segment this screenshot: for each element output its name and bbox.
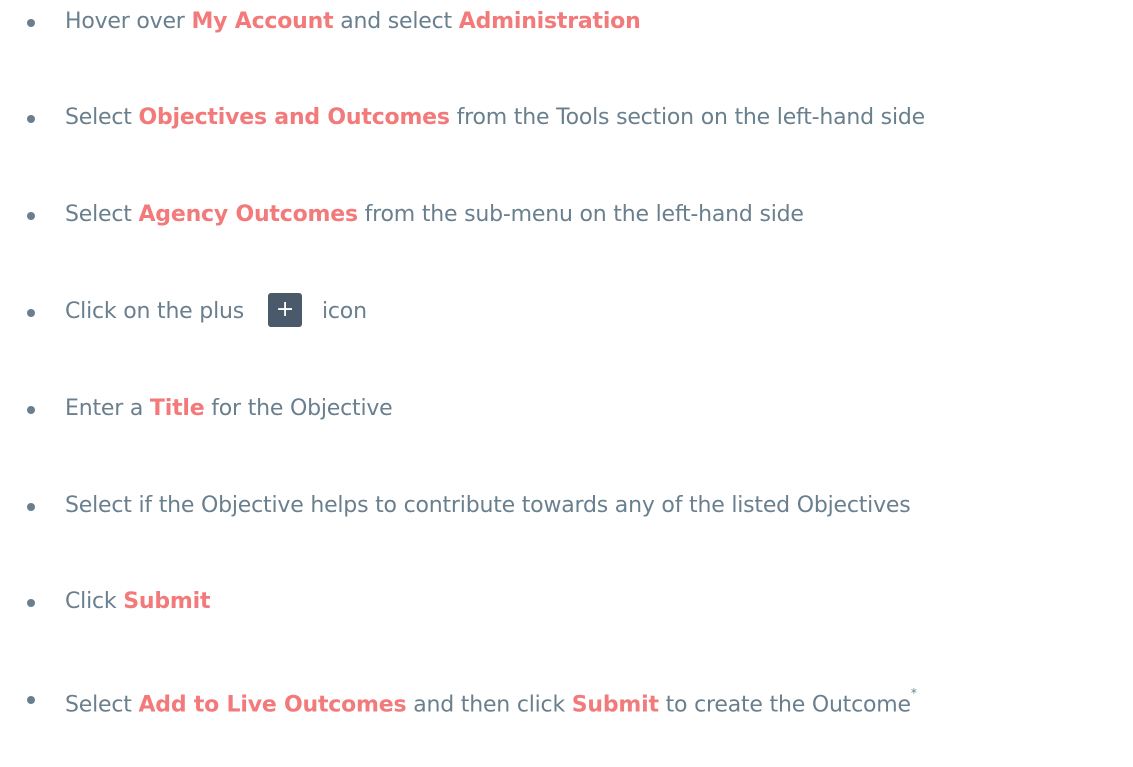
highlight-title: Title (149, 396, 205, 421)
step-text: Enter a Title for the Objective (65, 396, 393, 421)
highlight-my-account: My Account (191, 9, 334, 34)
plus-icon: + (268, 293, 302, 327)
list-item: Select if the Objective helps to contrib… (0, 486, 1133, 526)
highlight-administration: Administration (458, 9, 641, 34)
list-item: Click Submit (0, 582, 1133, 622)
list-item: Select Agency Outcomes from the sub-menu… (0, 195, 1133, 235)
step-text: Click on the plus + icon (65, 292, 367, 332)
list-item: Click on the plus + icon (0, 292, 1133, 332)
list-item: Select Add to Live Outcomes and then cli… (0, 679, 1133, 719)
bullet (27, 19, 35, 27)
step-text: Hover over My Account and select Adminis… (65, 9, 641, 34)
highlight-objectives-and-outcomes: Objectives and Outcomes (138, 105, 450, 130)
step-text: Select if the Objective helps to contrib… (65, 493, 911, 518)
step-text: Select Objectives and Outcomes from the … (65, 105, 925, 130)
bullet (27, 115, 35, 123)
list-item: Enter a Title for the Objective (0, 389, 1133, 429)
highlight-agency-outcomes: Agency Outcomes (138, 202, 358, 227)
step-text: Select Agency Outcomes from the sub-menu… (65, 202, 804, 227)
step-text: Select Add to Live Outcomes and then cli… (65, 686, 917, 718)
highlight-submit: Submit (571, 692, 659, 718)
footnote-marker: * (910, 686, 917, 700)
bullet (27, 406, 35, 414)
list-item: Hover over My Account and select Adminis… (0, 2, 1133, 42)
highlight-submit: Submit (123, 589, 211, 614)
bullet (27, 212, 35, 220)
bullet (27, 503, 35, 511)
step-text: Click Submit (65, 589, 211, 614)
bullet (27, 696, 35, 704)
list-item: Select Objectives and Outcomes from the … (0, 98, 1133, 138)
highlight-add-to-live-outcomes: Add to Live Outcomes (138, 692, 407, 718)
bullet (27, 599, 35, 607)
bullet (27, 309, 35, 317)
